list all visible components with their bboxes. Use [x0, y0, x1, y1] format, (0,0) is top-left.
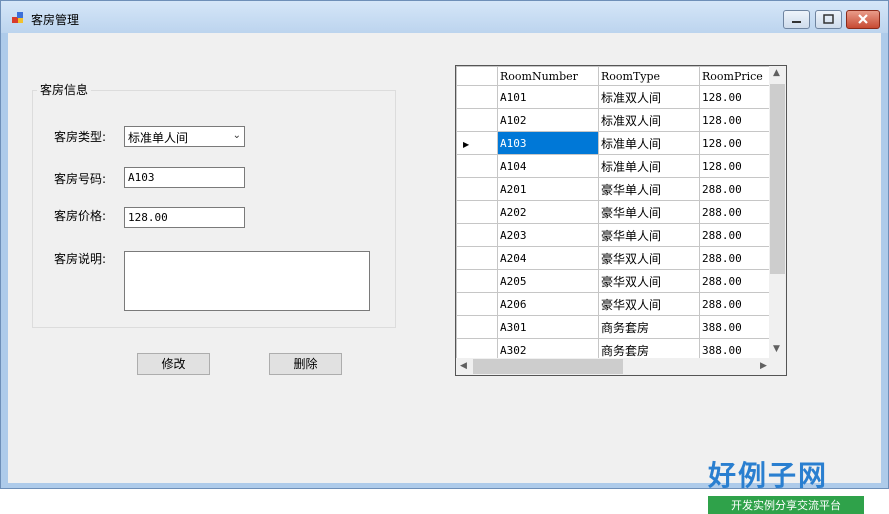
watermark-sub-text: 开发实例分享交流平台: [708, 496, 864, 514]
cell-roomtype[interactable]: 豪华双人间: [598, 246, 700, 270]
cell-roomtype[interactable]: 豪华单人间: [598, 223, 700, 247]
room-price-label: 客房价格:: [54, 209, 107, 223]
cell-roomprice[interactable]: 128.00: [699, 154, 777, 178]
maximize-button[interactable]: [815, 10, 842, 29]
cell-roomtype[interactable]: 豪华双人间: [598, 292, 700, 316]
app-icon: [12, 12, 23, 23]
cell-roomtype[interactable]: 标准单人间: [598, 131, 700, 155]
room-table: RoomNumber RoomType RoomPrice A101 标准双人间 1…: [456, 66, 777, 362]
grid-header-row: RoomNumber RoomType RoomPrice: [456, 66, 777, 86]
col-header-roomnumber[interactable]: RoomNumber: [497, 66, 599, 86]
cell-roomtype[interactable]: 标准双人间: [598, 108, 700, 132]
cell-roomnumber[interactable]: A201: [497, 177, 599, 201]
table-row[interactable]: A203 豪华单人间 288.00: [456, 223, 777, 247]
table-row[interactable]: ▶ A103 标准单人间 128.00: [456, 131, 777, 155]
watermark-main-text: 好例子网: [708, 459, 829, 492]
cell-roomtype[interactable]: 标准单人间: [598, 154, 700, 178]
table-row[interactable]: A204 豪华双人间 288.00: [456, 246, 777, 270]
cell-roomtype[interactable]: 豪华双人间: [598, 269, 700, 293]
maximize-icon: [823, 14, 834, 24]
row-header[interactable]: [456, 154, 498, 178]
cell-roomnumber[interactable]: A205: [497, 269, 599, 293]
delete-button[interactable]: 删除: [269, 353, 342, 375]
cell-roomprice[interactable]: 128.00: [699, 85, 777, 109]
table-row[interactable]: A104 标准单人间 128.00: [456, 154, 777, 178]
vertical-scroll-thumb[interactable]: [770, 84, 785, 274]
row-header[interactable]: [456, 269, 498, 293]
row-header[interactable]: [456, 108, 498, 132]
cell-roomprice[interactable]: 128.00: [699, 108, 777, 132]
scroll-up-icon[interactable]: ▲: [773, 68, 780, 78]
cell-roomnumber[interactable]: A204: [497, 246, 599, 270]
room-desc-label: 客房说明:: [54, 252, 107, 266]
cell-roomprice[interactable]: 288.00: [699, 200, 777, 224]
row-header[interactable]: [456, 292, 498, 316]
cell-roomtype[interactable]: 豪华单人间: [598, 200, 700, 224]
cell-roomprice[interactable]: 288.00: [699, 246, 777, 270]
window-title: 客房管理: [31, 13, 80, 27]
horizontal-scrollbar[interactable]: ◀ ▶: [456, 358, 786, 375]
cell-roomnumber[interactable]: A102: [497, 108, 599, 132]
room-desc-textarea[interactable]: [124, 251, 370, 311]
row-header-corner: [456, 66, 498, 86]
grid-body: A101 标准双人间 128.00 A102 标准双人间 128.00 ▶ A103 标准单人间…: [456, 85, 777, 362]
row-header[interactable]: [456, 223, 498, 247]
modify-button[interactable]: 修改: [137, 353, 210, 375]
table-row[interactable]: A102 标准双人间 128.00: [456, 108, 777, 132]
scroll-right-icon[interactable]: ▶: [760, 361, 767, 371]
current-row-indicator-icon: ▶: [463, 140, 470, 149]
watermark-logo: 好例子网 开发实例分享交流平台: [708, 454, 864, 514]
col-header-roomprice[interactable]: RoomPrice: [699, 66, 777, 86]
horizontal-scroll-thumb[interactable]: [473, 359, 623, 374]
room-number-label: 客房号码:: [54, 172, 107, 186]
cell-roomprice[interactable]: 288.00: [699, 177, 777, 201]
app-window: 客房管理 客房信息 客房类型: 标准单人间 ⌄ 客房号码: A103 客房价格:…: [0, 0, 889, 514]
cell-roomprice[interactable]: 288.00: [699, 269, 777, 293]
minimize-button[interactable]: [783, 10, 810, 29]
cell-roomprice[interactable]: 388.00: [699, 315, 777, 339]
col-header-roomtype[interactable]: RoomType: [598, 66, 700, 86]
room-price-input[interactable]: 128.00: [124, 207, 245, 228]
table-row[interactable]: A205 豪华双人间 288.00: [456, 269, 777, 293]
row-header[interactable]: [456, 85, 498, 109]
cell-roomnumber[interactable]: A202: [497, 200, 599, 224]
cell-roomtype[interactable]: 豪华单人间: [598, 177, 700, 201]
row-header[interactable]: ▶: [456, 131, 498, 155]
cell-roomnumber[interactable]: A206: [497, 292, 599, 316]
room-number-input[interactable]: A103: [124, 167, 245, 188]
groupbox-title: 客房信息: [37, 81, 92, 98]
table-row[interactable]: A201 豪华单人间 288.00: [456, 177, 777, 201]
cell-roomtype[interactable]: 标准双人间: [598, 85, 700, 109]
row-header[interactable]: [456, 246, 498, 270]
scroll-down-icon[interactable]: ▼: [773, 344, 780, 354]
close-icon: [858, 14, 868, 24]
table-row[interactable]: A101 标准双人间 128.00: [456, 85, 777, 109]
cell-roomnumber[interactable]: A103: [497, 131, 599, 155]
row-header[interactable]: [456, 315, 498, 339]
table-row[interactable]: A206 豪华双人间 288.00: [456, 292, 777, 316]
table-row[interactable]: A301 商务套房 388.00: [456, 315, 777, 339]
room-type-value: 标准单人间: [128, 131, 189, 145]
room-type-select[interactable]: 标准单人间 ⌄: [124, 126, 245, 147]
cell-roomtype[interactable]: 商务套房: [598, 315, 700, 339]
row-header[interactable]: [456, 200, 498, 224]
minimize-icon: [792, 21, 801, 23]
scroll-left-icon[interactable]: ◀: [460, 361, 467, 371]
room-datagrid[interactable]: RoomNumber RoomType RoomPrice A101 标准双人间 1…: [455, 65, 787, 376]
cell-roomprice[interactable]: 288.00: [699, 292, 777, 316]
chevron-down-icon: ⌄: [232, 130, 241, 141]
cell-roomprice[interactable]: 128.00: [699, 131, 777, 155]
row-header[interactable]: [456, 177, 498, 201]
client-area: 客房信息 客房类型: 标准单人间 ⌄ 客房号码: A103 客房价格: 128.…: [8, 33, 881, 514]
title-bar[interactable]: 客房管理: [1, 1, 888, 33]
cell-roomnumber[interactable]: A101: [497, 85, 599, 109]
vertical-scrollbar[interactable]: ▲ ▼: [769, 66, 786, 358]
close-button[interactable]: [846, 10, 880, 29]
cell-roomnumber[interactable]: A203: [497, 223, 599, 247]
cell-roomprice[interactable]: 288.00: [699, 223, 777, 247]
cell-roomnumber[interactable]: A301: [497, 315, 599, 339]
room-type-label: 客房类型:: [54, 130, 107, 144]
table-row[interactable]: A202 豪华单人间 288.00: [456, 200, 777, 224]
cell-roomnumber[interactable]: A104: [497, 154, 599, 178]
